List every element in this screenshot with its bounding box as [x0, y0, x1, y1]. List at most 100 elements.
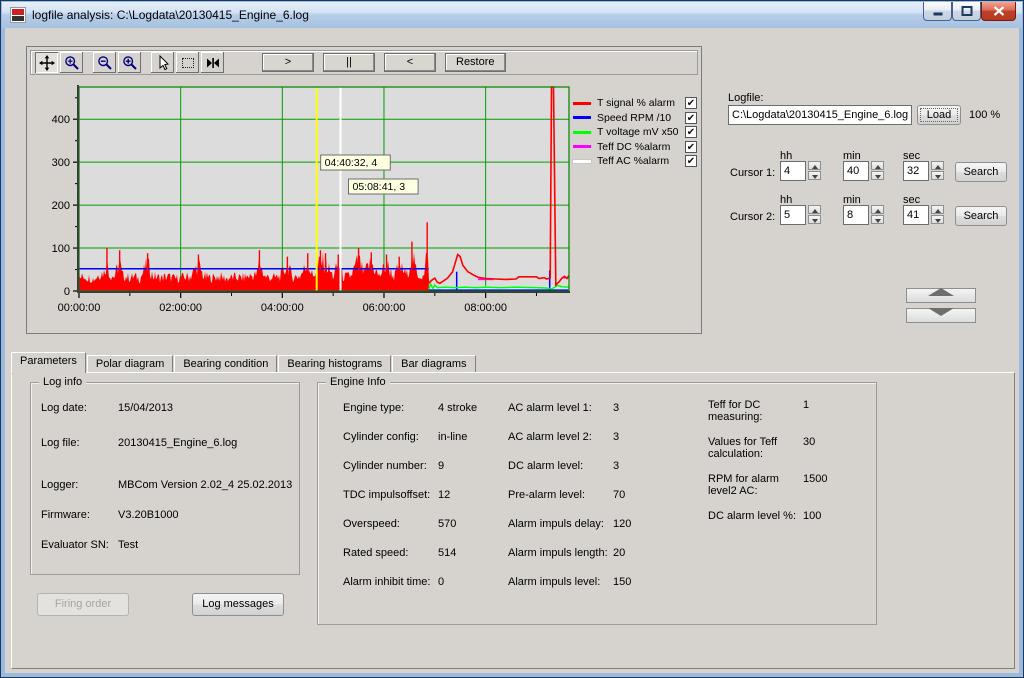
legend-color-swatch	[573, 131, 591, 134]
legend-checkbox[interactable]: ✔	[685, 97, 697, 109]
play-forward-button[interactable]: >	[262, 53, 314, 72]
dc-alarm-level-value: 3	[613, 460, 619, 472]
rpm-for-alarm-level2-label: RPM for alarm level2 AC:	[708, 473, 779, 497]
rated-speed-value: 514	[438, 547, 456, 559]
cursor1-search-button[interactable]: Search	[955, 162, 1007, 182]
cursor2-min-input[interactable]: 8	[843, 205, 869, 225]
zoom-box-button[interactable]	[176, 52, 199, 73]
legend-label: T voltage mV x50	[597, 126, 685, 138]
tdc-impulsoffset-value: 12	[438, 489, 450, 501]
window-close-button[interactable]	[981, 2, 1016, 21]
legend-item: Speed RPM /10 ✔	[573, 111, 697, 126]
log-file-value: 20130415_Engine_6.log	[118, 437, 237, 449]
logfile-path-input[interactable]: C:\Logdata\20130415_Engine_6.log	[728, 105, 912, 125]
alarm-impuls-delay-value: 120	[613, 518, 631, 530]
zoom-dynamic-icon	[64, 55, 80, 71]
evaluator-sn-value: Test	[118, 539, 138, 551]
tab-polar-diagram[interactable]: Polar diagram	[87, 355, 173, 373]
cursor2-sec-spinner[interactable]	[931, 205, 944, 225]
cursor-arrow-icon	[155, 55, 171, 71]
chart-toolbar: > || < Restore	[30, 50, 698, 75]
svg-text:08:00:00: 08:00:00	[464, 302, 507, 314]
svg-text:00:00:00: 00:00:00	[58, 302, 101, 314]
restore-button[interactable]: Restore	[445, 53, 506, 72]
cursor2-min-spinner[interactable]	[871, 205, 884, 225]
title-bar[interactable]: logfile analysis: C:\Logdata\20130415_En…	[2, 2, 1022, 28]
tab-bearing-histograms[interactable]: Bearing histograms	[278, 355, 391, 373]
alarm-impuls-level-value: 150	[613, 576, 631, 588]
ac-alarm-level1-label: AC alarm level 1:	[508, 402, 592, 414]
select-cursor-button[interactable]	[151, 52, 174, 73]
cursor1-label: Cursor 1:	[730, 167, 775, 179]
logger-label: Logger:	[41, 479, 78, 491]
legend-item: Teff DC %alarm ✔	[573, 140, 697, 155]
legend-color-swatch	[573, 145, 591, 148]
svg-text:300: 300	[52, 157, 70, 169]
cursor2-search-button[interactable]: Search	[955, 206, 1007, 226]
pre-alarm-level-label: Pre-alarm level:	[508, 489, 585, 501]
cursor1-hh-spinner[interactable]	[808, 161, 821, 181]
legend-label: Speed RPM /10	[597, 112, 685, 124]
zoom-out-button[interactable]	[93, 52, 116, 73]
cursor1-sec-input[interactable]: 32	[903, 161, 929, 181]
alarm-inhibit-time-label: Alarm inhibit time:	[343, 576, 430, 588]
pause-button[interactable]: ||	[323, 53, 375, 72]
cursor2-sec-input[interactable]: 41	[903, 205, 929, 225]
scroll-up-button[interactable]	[906, 288, 976, 303]
window-minimize-button[interactable]	[923, 2, 952, 21]
close-icon	[993, 6, 1004, 16]
svg-text:200: 200	[52, 200, 70, 212]
cursor1-hh-input[interactable]: 4	[780, 161, 806, 181]
log-messages-button[interactable]: Log messages	[192, 593, 284, 616]
svg-text:02:00:00: 02:00:00	[159, 302, 202, 314]
firmware-label: Firmware:	[41, 509, 90, 521]
overspeed-label: Overspeed:	[343, 518, 400, 530]
pre-alarm-level-value: 70	[613, 489, 625, 501]
play-back-button[interactable]: <	[384, 53, 436, 72]
down-triangle-icon	[928, 308, 954, 316]
dc-alarm-level-label: DC alarm level:	[508, 460, 583, 472]
client-area: > || < Restore 010020030040000:00:0002:0…	[5, 28, 1019, 673]
svg-text:0: 0	[64, 286, 70, 298]
scroll-down-button[interactable]	[906, 308, 976, 323]
data-cursor-button[interactable]	[201, 52, 224, 73]
legend-checkbox[interactable]: ✔	[685, 112, 697, 124]
values-for-teff-label: Values for Teff calculation:	[708, 436, 777, 460]
logfile-label: Logfile:	[728, 92, 763, 104]
svg-text:100: 100	[52, 243, 70, 255]
load-button[interactable]: Load	[917, 105, 961, 125]
log-date-label: Log date:	[41, 402, 87, 414]
tab-bar-diagrams[interactable]: Bar diagrams	[392, 355, 475, 373]
legend-label: Teff DC %alarm	[597, 141, 685, 153]
legend-checkbox[interactable]: ✔	[685, 155, 697, 167]
logger-value: MBCom Version 2.02_4 25.02.2013	[118, 479, 292, 491]
window-title: logfile analysis: C:\Logdata\20130415_En…	[32, 8, 309, 22]
tab-strip: Parameters Polar diagram Bearing conditi…	[11, 353, 477, 373]
log-file-label: Log file:	[41, 437, 80, 449]
maximize-icon	[961, 6, 972, 16]
cursor2-hh-input[interactable]: 5	[780, 205, 806, 225]
legend-item: T signal % alarm ✔	[573, 96, 697, 111]
cursor1-sec-spinner[interactable]	[931, 161, 944, 181]
legend-color-swatch	[573, 102, 591, 105]
zoom-dynamic-button[interactable]	[60, 52, 83, 73]
window-maximize-button[interactable]	[952, 2, 981, 21]
dc-alarm-level-pct-value: 100	[803, 510, 821, 522]
cursor1-min-spinner[interactable]	[871, 161, 884, 181]
load-percent: 100 %	[969, 109, 1000, 121]
zoom-in-button[interactable]	[118, 52, 141, 73]
cursor2-hh-spinner[interactable]	[808, 205, 821, 225]
log-chart[interactable]: 010020030040000:00:0002:00:0004:00:0006:…	[27, 75, 593, 333]
minimize-icon	[932, 7, 943, 16]
app-icon	[10, 7, 26, 23]
tab-parameters[interactable]: Parameters	[11, 352, 86, 373]
tab-bearing-condition[interactable]: Bearing condition	[174, 355, 277, 373]
log-info-groupbox: Log info Log date: 15/04/2013 Log file: …	[30, 382, 300, 575]
engine-type-value: 4 stroke	[438, 402, 477, 414]
engine-type-label: Engine type:	[343, 402, 404, 414]
firing-order-button: Firing order	[37, 593, 129, 616]
cursor1-min-input[interactable]: 40	[843, 161, 869, 181]
legend-checkbox[interactable]: ✔	[685, 141, 697, 153]
pan-tool-button[interactable]	[35, 52, 58, 73]
legend-checkbox[interactable]: ✔	[685, 126, 697, 138]
